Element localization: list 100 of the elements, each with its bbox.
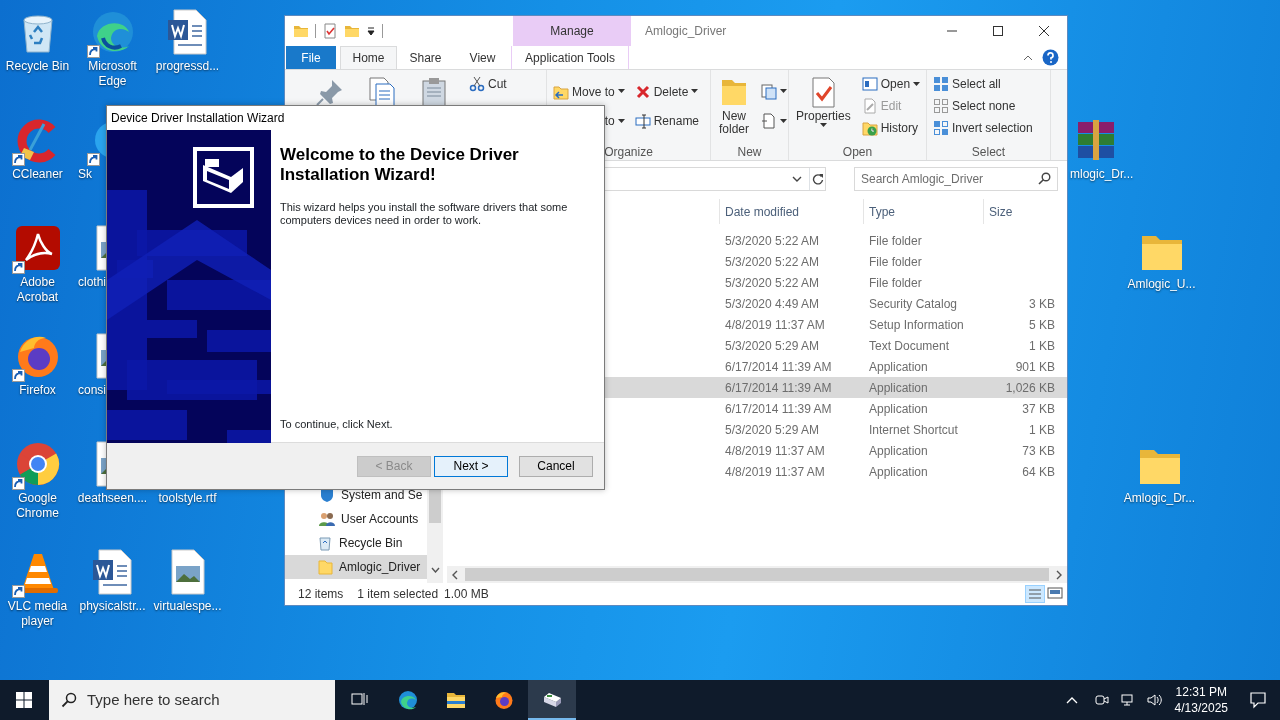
ribbon-button[interactable]: Cut bbox=[467, 74, 509, 94]
group-label: Organize bbox=[603, 144, 654, 160]
ribbon-button[interactable]: Invert selection bbox=[931, 118, 1035, 138]
type-cell-text: Application bbox=[868, 400, 929, 418]
search-icon bbox=[1038, 172, 1051, 185]
icon-label[interactable]: VLC media player bbox=[1, 599, 74, 629]
help-icon[interactable] bbox=[1042, 49, 1059, 66]
size-cell-text: 37 KB bbox=[1021, 400, 1056, 418]
shortcut-arrow-icon bbox=[11, 153, 25, 166]
search-field[interactable]: Type here to search bbox=[87, 688, 335, 712]
icon-label[interactable]: Amlogic_U... bbox=[1125, 277, 1198, 292]
firefox-icon bbox=[494, 690, 514, 710]
taskbar-button[interactable] bbox=[528, 680, 576, 720]
camera-icon bbox=[1093, 692, 1110, 708]
icon-label[interactable]: clothi bbox=[78, 275, 106, 290]
type-cell-text: Application bbox=[868, 358, 929, 376]
date-cell-text: 6/17/2014 11:39 AM bbox=[724, 358, 833, 376]
wizard-button[interactable]: Next > bbox=[434, 455, 508, 477]
select-all-icon bbox=[933, 76, 949, 92]
volume-icon bbox=[1145, 692, 1162, 708]
network-icon bbox=[1119, 692, 1136, 708]
date-cell-text: 4/8/2019 11:37 AM bbox=[724, 442, 826, 460]
search-box[interactable]: Search Amlogic_Driver bbox=[854, 166, 1058, 191]
type-cell-text: Security Catalog bbox=[868, 295, 959, 313]
ribbon-button[interactable]: Rename bbox=[632, 111, 702, 132]
open-icon bbox=[861, 76, 878, 92]
ribbon-button[interactable]: New folder bbox=[715, 74, 753, 138]
shield-icon bbox=[319, 487, 335, 503]
edge-icon bbox=[398, 690, 418, 710]
ribbon-button[interactable]: to bbox=[602, 111, 627, 132]
large-icons-view-icon[interactable] bbox=[1047, 585, 1063, 601]
ribbon-button[interactable]: Open bbox=[859, 74, 923, 94]
clock[interactable]: 12:31 PM 4/13/2025 bbox=[1166, 684, 1236, 716]
edit-icon bbox=[861, 98, 878, 114]
chevron-down-icon[interactable] bbox=[792, 174, 802, 183]
group-label: Open bbox=[841, 144, 874, 160]
nav-item[interactable]: Amlogic_Driver bbox=[285, 555, 427, 579]
nav-item[interactable]: System and Se bbox=[285, 483, 427, 507]
scroll-down-icon[interactable] bbox=[430, 567, 440, 573]
type-cell-text: Internet Shortcut bbox=[868, 421, 959, 439]
ribbon-tab[interactable]: Share bbox=[397, 46, 454, 69]
search-icon bbox=[61, 692, 77, 708]
shortcut-arrow-icon bbox=[11, 477, 25, 490]
icon-label[interactable]: progressd... bbox=[151, 59, 224, 74]
icon-label[interactable]: Google Chrome bbox=[1, 491, 74, 521]
icon-label[interactable]: Microsoft Edge bbox=[76, 59, 149, 89]
shortcut-arrow-icon bbox=[11, 585, 25, 598]
icon-label[interactable]: CCleaner bbox=[1, 167, 74, 182]
column-header[interactable]: Type bbox=[863, 199, 983, 224]
new-item-icon bbox=[761, 83, 777, 100]
size-cell-text: 5 KB bbox=[1028, 316, 1056, 334]
type-cell-text: File folder bbox=[868, 253, 923, 271]
scrollbar-thumb[interactable] bbox=[465, 568, 1049, 581]
icon-label[interactable]: Adobe Acrobat bbox=[1, 275, 74, 305]
icon-label[interactable]: Sk bbox=[78, 167, 92, 182]
icon-label[interactable]: Firefox bbox=[1, 383, 74, 398]
document-button[interactable] bbox=[759, 111, 789, 132]
nav-item[interactable]: User Accounts bbox=[285, 507, 427, 531]
ribbon-button[interactable]: Move to bbox=[551, 81, 627, 102]
icon-label[interactable]: mlogic_Dr... bbox=[1070, 167, 1134, 182]
date-cell-text: 4/8/2019 11:37 AM bbox=[724, 316, 826, 334]
icon-label[interactable]: Amlogic_Dr... bbox=[1123, 491, 1196, 506]
selection-status: 1 item selected bbox=[357, 586, 439, 603]
scissors-icon bbox=[469, 76, 485, 92]
size-cell-text: 3 KB bbox=[1028, 295, 1056, 313]
item-count: 12 items bbox=[298, 586, 344, 603]
select-none-icon bbox=[933, 98, 949, 114]
wizard-instruction: To continue, click Next. bbox=[280, 416, 394, 432]
ribbon-tab[interactable]: Home bbox=[340, 46, 397, 69]
column-header[interactable]: Size bbox=[983, 199, 1059, 224]
icon-label[interactable]: virtualespe... bbox=[151, 599, 224, 614]
ribbon-tab[interactable]: View bbox=[454, 46, 511, 69]
wizard-button[interactable]: Cancel bbox=[519, 455, 593, 477]
ribbon-button[interactable]: Select all bbox=[931, 74, 1035, 94]
ribbon-tab[interactable]: File bbox=[286, 46, 336, 69]
date-cell-text: 6/17/2014 11:39 AM bbox=[724, 400, 833, 418]
invert-selection-icon bbox=[933, 120, 949, 136]
dropdown-icon[interactable] bbox=[366, 26, 376, 36]
nav-item[interactable]: Recycle Bin bbox=[285, 531, 427, 555]
ribbon-button[interactable]: Properties bbox=[793, 74, 854, 130]
column-header[interactable]: Date modified bbox=[719, 199, 863, 224]
ribbon-button[interactable]: Delete bbox=[632, 81, 702, 102]
type-cell-text: Setup Information bbox=[868, 316, 965, 334]
type-cell-text: File folder bbox=[868, 232, 923, 250]
wizard-description: This wizard helps you install the software drivers that some computers devices need in order to work. bbox=[280, 201, 569, 227]
folder-icon bbox=[446, 690, 466, 710]
date-cell-text: 5/3/2020 5:22 AM bbox=[724, 232, 821, 250]
search-field[interactable]: Search Amlogic_Driver bbox=[861, 169, 1038, 188]
icon-label[interactable]: consi bbox=[78, 383, 106, 398]
icon-label[interactable]: deathseen.... bbox=[76, 491, 149, 506]
properties-icon[interactable] bbox=[322, 23, 338, 39]
search-box[interactable]: Type here to search bbox=[49, 680, 335, 720]
refresh-icon[interactable] bbox=[811, 172, 824, 185]
icon-label[interactable]: physicalstr... bbox=[76, 599, 149, 614]
ribbon-button[interactable]: History bbox=[859, 118, 923, 138]
ribbon-button[interactable]: Select none bbox=[931, 96, 1035, 116]
icon-label[interactable]: toolstyle.rtf bbox=[151, 491, 224, 506]
date-cell-text: 5/3/2020 4:49 AM bbox=[724, 295, 821, 313]
new-item-button[interactable] bbox=[759, 81, 789, 102]
icon-label[interactable]: Recycle Bin bbox=[1, 59, 74, 74]
